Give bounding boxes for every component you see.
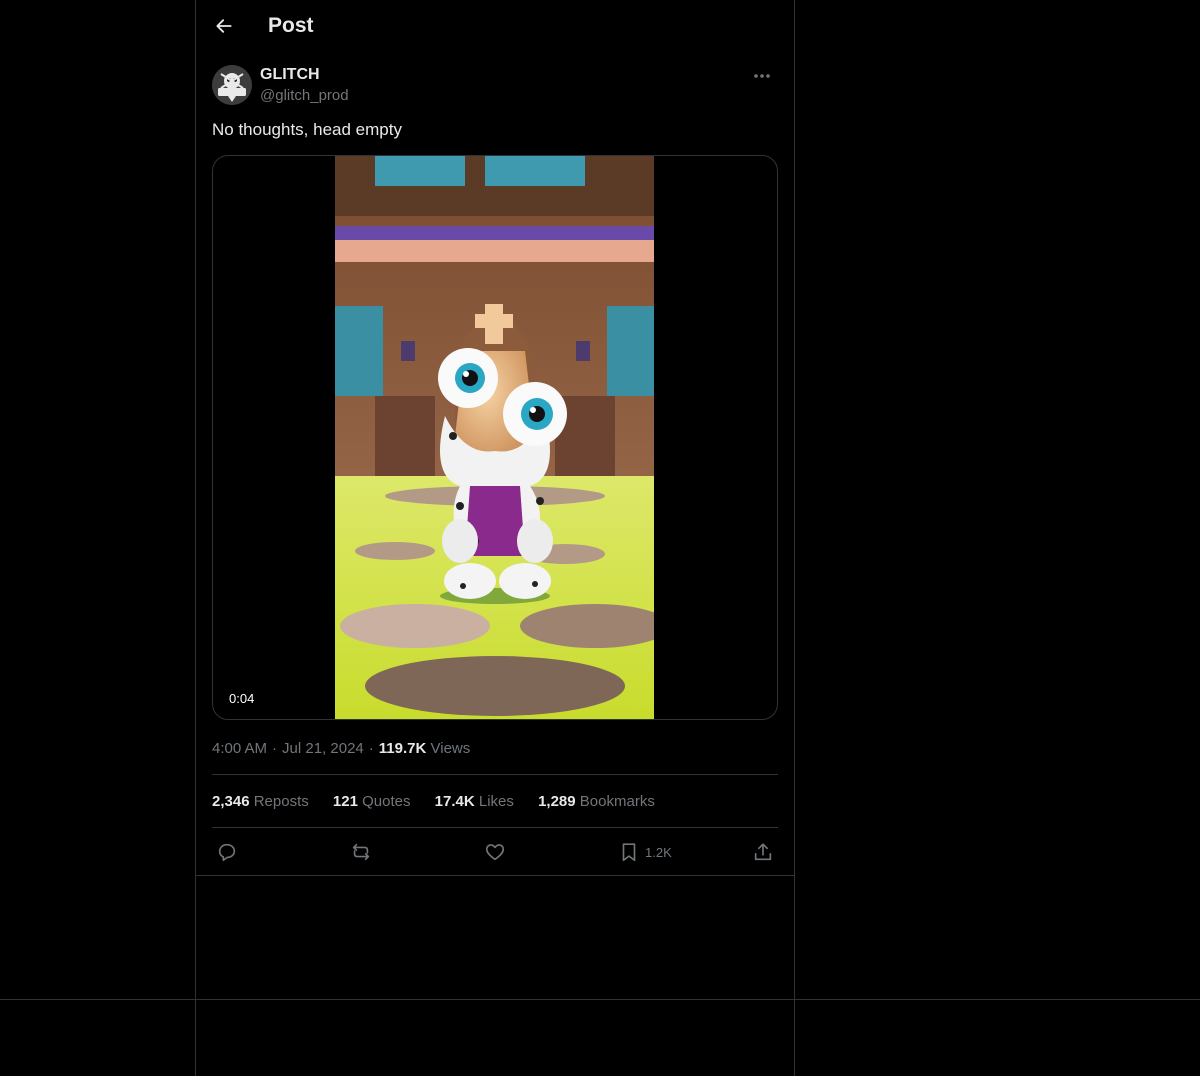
- page-title: Post: [268, 14, 314, 37]
- author-row: GLITCH @glitch_prod: [212, 64, 778, 108]
- repost-button[interactable]: [350, 836, 372, 868]
- post-meta: 4:00 AM · Jul 21, 2024 · 119.7K Views: [212, 740, 470, 757]
- stat-count: 2,346: [212, 793, 250, 810]
- reply-button[interactable]: [216, 836, 238, 868]
- stat-label: Bookmarks: [579, 793, 655, 810]
- stat-label: Quotes: [362, 793, 411, 810]
- action-bar: 1.2K: [212, 836, 778, 868]
- bottom-divider: [0, 999, 1200, 1000]
- page: Post GLITCH @glitch_prod No thoughts, he…: [0, 0, 1200, 1076]
- bookmark-icon: [622, 843, 636, 862]
- post-column: Post GLITCH @glitch_prod No thoughts, he…: [196, 0, 794, 876]
- bookmark-count: 1.2K: [645, 844, 672, 860]
- stat-count: 1,289: [538, 793, 576, 810]
- stat-count: 121: [332, 793, 358, 810]
- video-timestamp: 0:04: [225, 690, 259, 707]
- divider: [212, 774, 778, 775]
- stat-bookmarks[interactable]: 1,289 Bookmarks: [538, 793, 655, 810]
- stat-reposts[interactable]: 2,346 Reposts: [212, 793, 309, 810]
- user-handle[interactable]: @glitch_prod: [260, 87, 349, 104]
- display-name[interactable]: GLITCH: [260, 66, 320, 84]
- stat-label: Reposts: [253, 793, 309, 810]
- video-thumbnail: [335, 156, 654, 719]
- views-label: Views: [430, 740, 471, 757]
- post-date[interactable]: Jul 21, 2024: [282, 740, 364, 757]
- engagement-stats: 2,346 Reposts 121 Quotes 17.4K Likes 1,2…: [212, 793, 675, 810]
- divider: [212, 827, 778, 828]
- column-border-right: [794, 0, 795, 1076]
- arrow-left-icon: [216, 19, 232, 33]
- ellipsis-icon: [754, 74, 770, 78]
- heart-icon: [485, 844, 505, 861]
- post-time[interactable]: 4:00 AM: [212, 740, 267, 757]
- bookmark-button[interactable]: 1.2K: [618, 836, 672, 868]
- like-button[interactable]: [484, 836, 506, 868]
- stat-likes[interactable]: 17.4K Likes: [435, 793, 514, 810]
- stat-label: Likes: [478, 793, 514, 810]
- views-count: 119.7K: [378, 740, 427, 757]
- more-options-button[interactable]: [746, 64, 778, 88]
- reply-icon: [218, 843, 236, 862]
- share-button[interactable]: [752, 836, 774, 868]
- video-player[interactable]: 0:04: [212, 155, 778, 720]
- separator-dot: ·: [368, 740, 374, 757]
- stat-count: 17.4K: [434, 793, 475, 810]
- separator-dot: ·: [272, 740, 278, 757]
- stat-quotes[interactable]: 121 Quotes: [333, 793, 411, 810]
- tweet-text: No thoughts, head empty: [212, 120, 402, 139]
- avatar[interactable]: [212, 65, 252, 105]
- share-icon: [754, 843, 772, 861]
- back-button[interactable]: [208, 10, 240, 42]
- video-frame: [335, 156, 654, 719]
- repost-icon: [352, 843, 370, 861]
- post-header: Post: [196, 0, 794, 54]
- glitch-logo-icon: [212, 65, 252, 105]
